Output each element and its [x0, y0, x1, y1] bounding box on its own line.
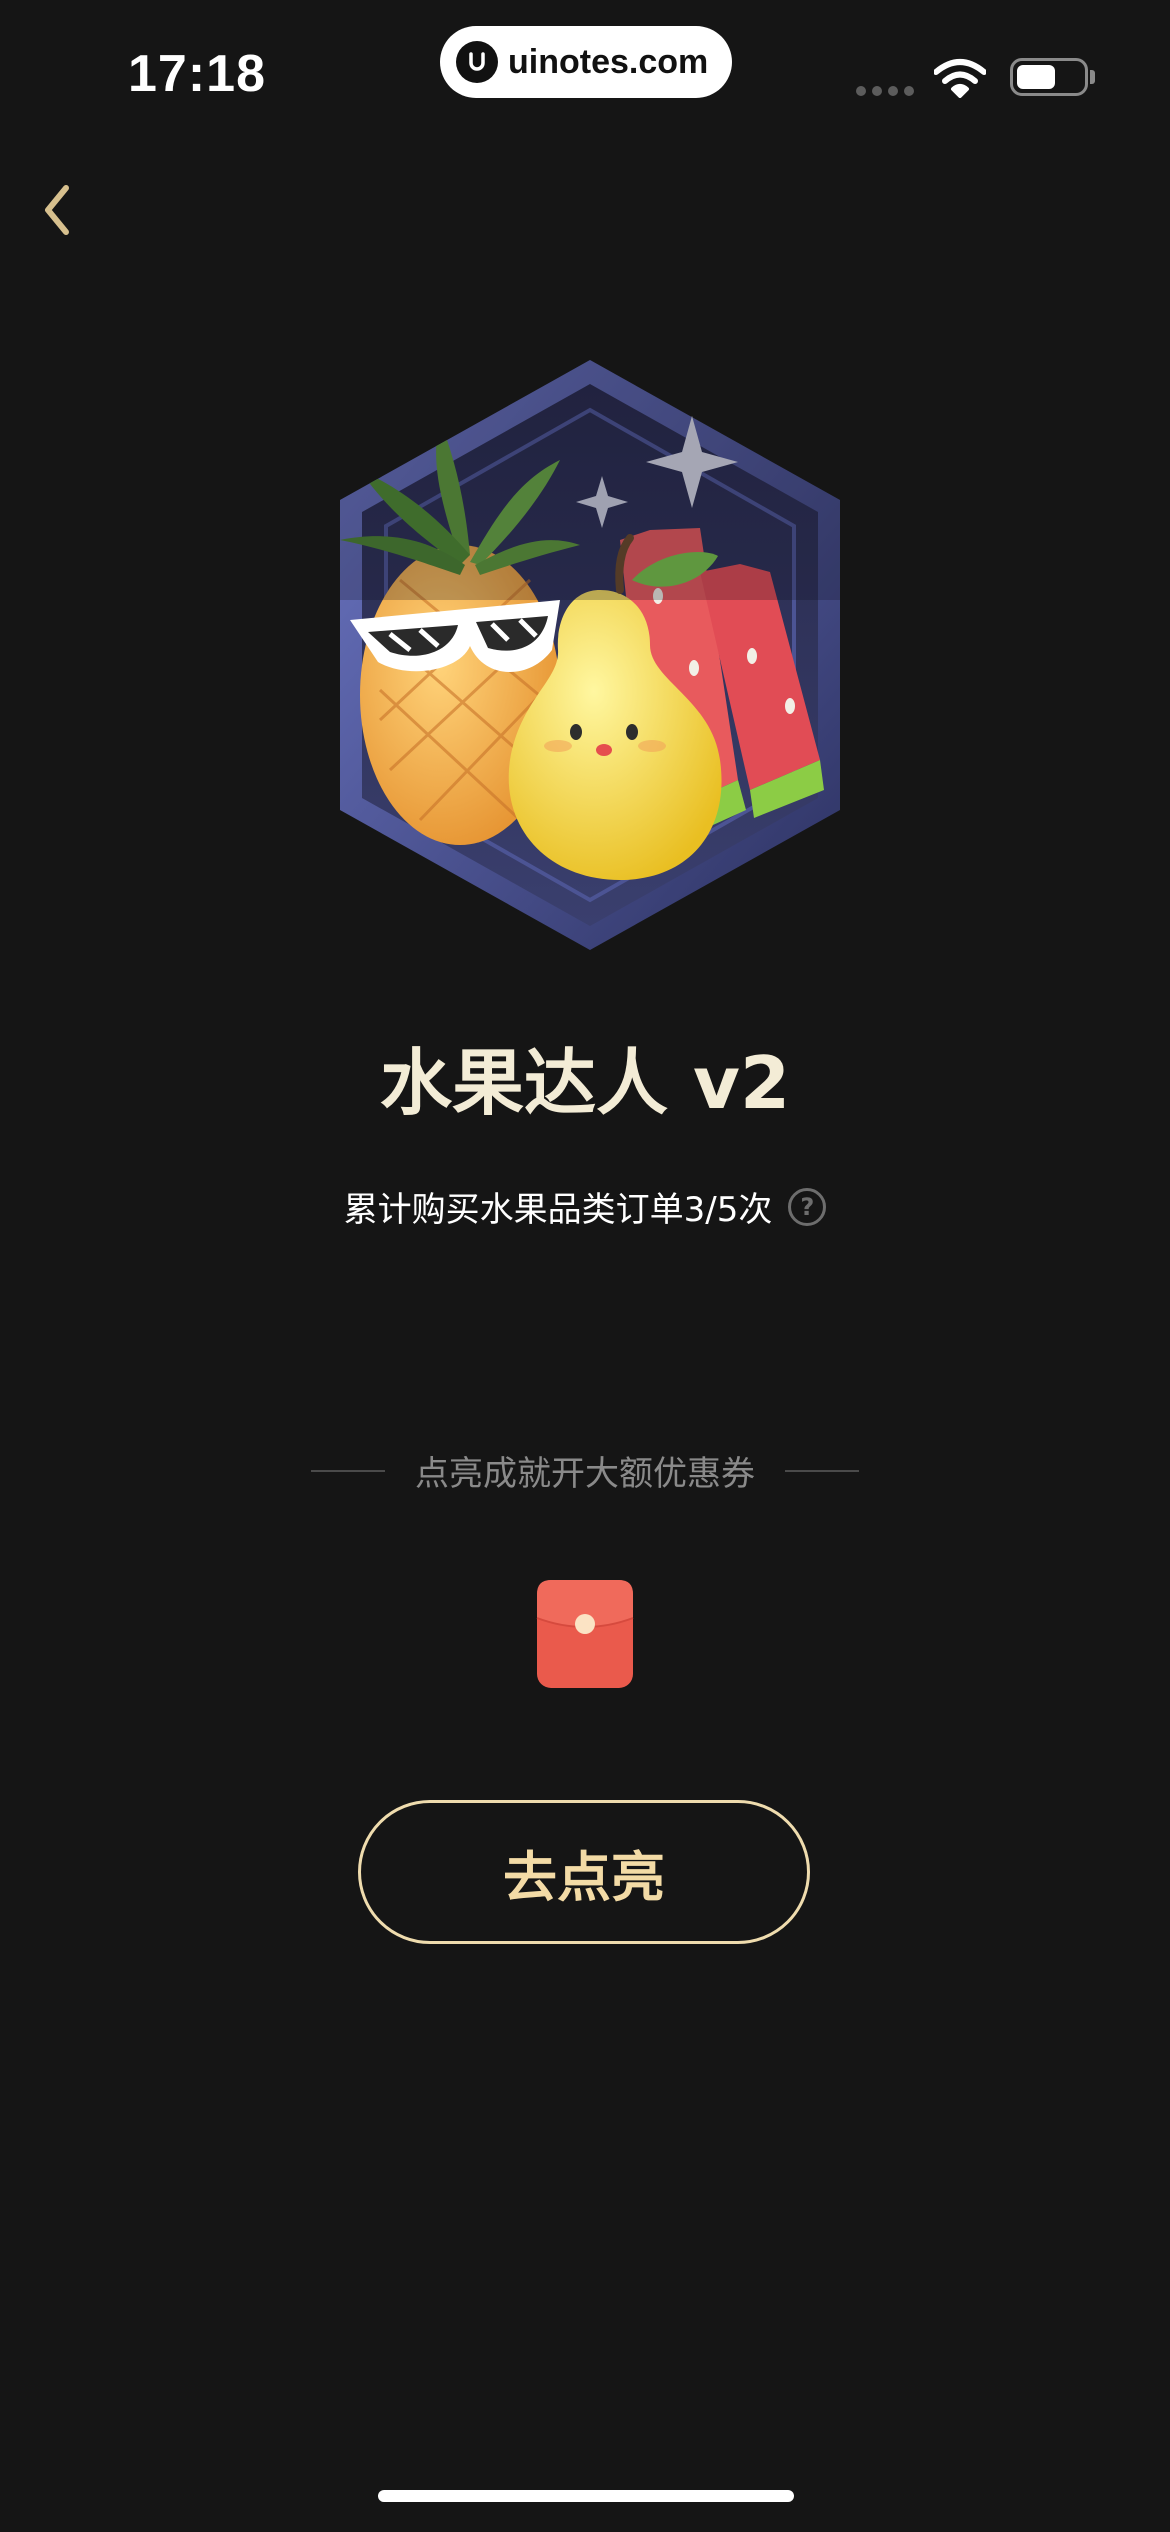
help-icon[interactable]: ? — [788, 1187, 827, 1226]
status-time: 17:18 — [128, 45, 266, 103]
reward-hint: 点亮成就开大额优惠券 — [415, 1454, 755, 1494]
achievement-screen: 17:18 uinotes.com 水果达人 v2 累计购买水果品类订单3/5次… — [0, 0, 1170, 2532]
reward-divider: 点亮成就开大额优惠券 — [0, 1446, 1170, 1495]
achievement-title: 水果达人 v2 — [379, 1041, 791, 1125]
divider-line-right — [785, 1469, 859, 1472]
watermark-logo-icon — [456, 41, 498, 83]
light-up-button[interactable]: 去点亮 — [358, 1800, 810, 1944]
signal-icon — [856, 86, 914, 96]
divider-line-left — [311, 1469, 385, 1472]
fruit-badge-icon — [340, 360, 840, 950]
progress-row: 累计购买水果品类订单3/5次 ? — [0, 1182, 1170, 1231]
wifi-icon — [933, 58, 987, 102]
back-button[interactable] — [30, 176, 100, 246]
battery-icon — [1010, 58, 1088, 96]
watermark-text: uinotes.com — [508, 42, 709, 81]
watermark-badge: uinotes.com — [440, 26, 732, 98]
battery-cap — [1090, 70, 1095, 84]
chevron-left-icon — [45, 185, 69, 235]
home-indicator[interactable] — [378, 2490, 794, 2502]
progress-text: 累计购买水果品类订单3/5次 — [343, 1190, 773, 1230]
red-envelope-icon — [536, 1580, 634, 1688]
